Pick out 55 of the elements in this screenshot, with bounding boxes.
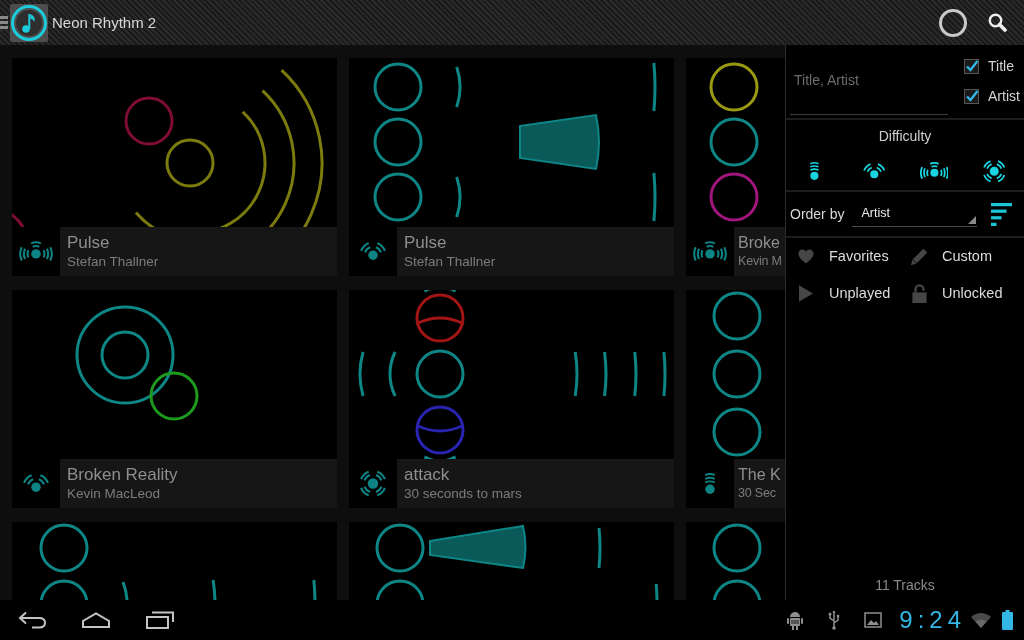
track-tile[interactable]: The K 30 Sec: [686, 290, 785, 508]
recent-apps-icon[interactable]: [145, 611, 175, 629]
filter-toggle[interactable]: Favorites: [794, 238, 889, 275]
image-icon: [864, 612, 883, 628]
menu-icon[interactable]: [0, 16, 8, 29]
track-tile[interactable]: Broken Reality Kevin MacLeod: [12, 290, 337, 508]
lock-icon: [911, 284, 927, 303]
difficulty-heading: Difficulty: [877, 127, 933, 145]
dot-stacked-arcs-icon[interactable]: [808, 161, 820, 181]
filter-toggle[interactable]: Unplayed: [794, 275, 891, 312]
dot-ring-arcs-icon[interactable]: [982, 159, 1006, 183]
loading-spinner-icon: [939, 8, 967, 37]
track-artist: Stefan Thallner: [67, 253, 159, 270]
track-title: Pulse: [67, 233, 110, 253]
heart-icon: [798, 249, 814, 264]
checkbox[interactable]: [964, 88, 979, 104]
pencil-icon: [909, 247, 929, 266]
track-tile[interactable]: Pulse Stefan Thallner: [12, 58, 337, 276]
wifi-icon: [971, 612, 991, 628]
order-by-dropdown[interactable]: Artist: [852, 201, 978, 227]
dot-wing-arcs-icon[interactable]: [862, 162, 886, 180]
clock-time: 9:24: [899, 606, 966, 634]
filter-toggle[interactable]: Custom: [907, 238, 992, 275]
filter-toggle[interactable]: Unlocked: [907, 275, 1003, 312]
track-artist: Kevin M: [738, 253, 782, 270]
track-title: The K: [738, 465, 781, 485]
dropdown-triangle-icon: [968, 216, 977, 224]
usb-icon: [828, 610, 841, 630]
track-artist: 30 seconds to mars: [404, 485, 522, 502]
checkbox[interactable]: [964, 58, 979, 74]
sort-bars-icon[interactable]: [991, 202, 1013, 226]
home-icon[interactable]: [81, 612, 111, 628]
app-title: Neon Rhythm 2: [52, 13, 157, 32]
search-field[interactable]: Title, Artist: [790, 45, 948, 115]
track-artist: Stefan Thallner: [404, 253, 496, 270]
track-title: Pulse: [404, 233, 447, 253]
robot-icon: [787, 610, 804, 630]
battery-icon: [1002, 610, 1013, 630]
track-tile[interactable]: Pulse Stefan Thallner: [349, 58, 674, 276]
back-icon[interactable]: [17, 611, 47, 629]
order-by-label: Order by: [789, 205, 845, 223]
music-note-logo-icon[interactable]: [10, 3, 48, 42]
track-artist: Kevin MacLeod: [67, 485, 161, 502]
track-tile[interactable]: attack 30 seconds to mars: [349, 290, 674, 508]
checkbox-label: Title: [988, 57, 1014, 75]
play-icon: [799, 285, 813, 302]
track-tile[interactable]: Broke Kevin M: [686, 58, 785, 276]
checkbox-label: Artist: [988, 87, 1020, 105]
search-icon[interactable]: [988, 13, 1007, 32]
track-count: 11 Tracks: [874, 577, 936, 595]
track-artist: 30 Sec: [738, 485, 776, 502]
track-title: Broke: [738, 233, 780, 253]
dot-side-arcs-icon[interactable]: [919, 162, 949, 180]
track-title: Broken Reality: [67, 465, 178, 485]
track-title: attack: [404, 465, 450, 485]
